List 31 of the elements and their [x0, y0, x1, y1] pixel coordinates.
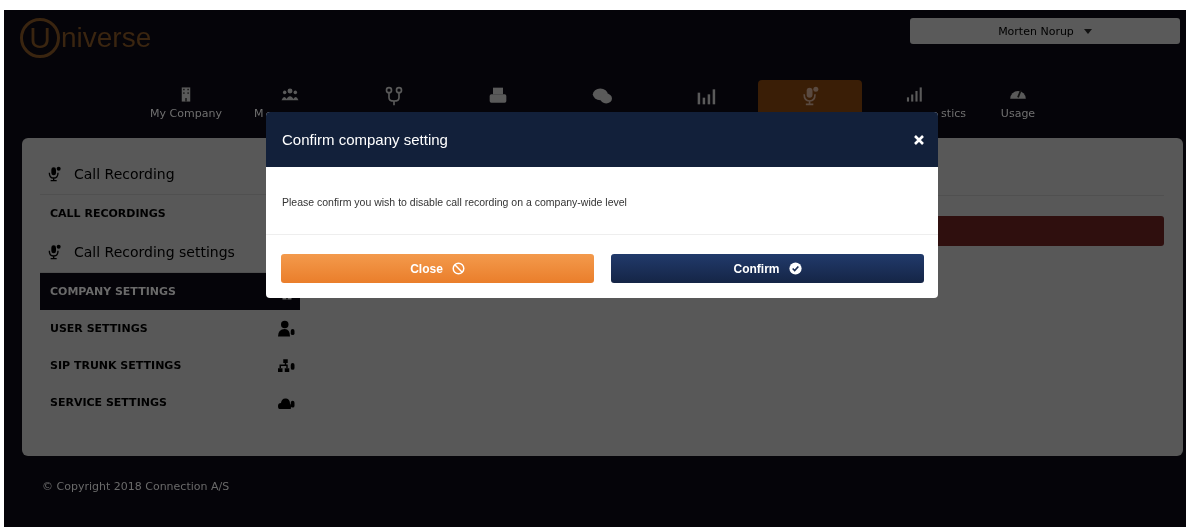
- people-icon: [280, 86, 300, 103]
- close-button[interactable]: Close: [281, 254, 594, 283]
- close-icon[interactable]: [914, 134, 924, 145]
- sidebar-item[interactable]: SERVICE SETTINGS: [40, 384, 300, 421]
- caret-icon: [1083, 28, 1092, 34]
- section-title: Call Recording: [74, 166, 175, 182]
- dialog-title: Confirm company setting: [282, 131, 448, 148]
- network-microphone-icon: [278, 356, 296, 375]
- sidebar-item[interactable]: COMPANY SETTINGS: [40, 273, 300, 310]
- prohibited-icon: [451, 262, 465, 275]
- nav-tab[interactable]: stics: [862, 80, 966, 120]
- dialog-message: Please confirm you wish to disable call recording on a company-wide level: [266, 167, 938, 235]
- copyright-text: © Copyright 2018 Connection A/S: [42, 480, 231, 493]
- nav-tab[interactable]: M: [238, 80, 342, 120]
- microphone-icon: [46, 243, 62, 261]
- chat-icon: [592, 86, 612, 106]
- sidebar-item[interactable]: USER SETTINGS: [40, 310, 300, 347]
- nav-tab[interactable]: Usage: [966, 80, 1070, 120]
- user-microphone-icon: [278, 319, 296, 338]
- microphone-icon: [800, 86, 820, 106]
- sidebar-item[interactable]: SIP TRUNK SETTINGS: [40, 347, 300, 384]
- bar-chart-icon: [696, 86, 716, 106]
- nav-tab[interactable]: My Company: [134, 80, 238, 120]
- printer-icon: [488, 86, 508, 106]
- signal-bars-icon: [904, 86, 924, 103]
- user-menu[interactable]: Morten Norup: [910, 18, 1180, 44]
- section-title: Call Recording settings: [74, 244, 235, 260]
- confirm-button[interactable]: Confirm: [611, 254, 924, 283]
- check-circle-icon: [788, 262, 802, 275]
- microphone-icon: [46, 165, 62, 183]
- branch-icon: [384, 86, 404, 106]
